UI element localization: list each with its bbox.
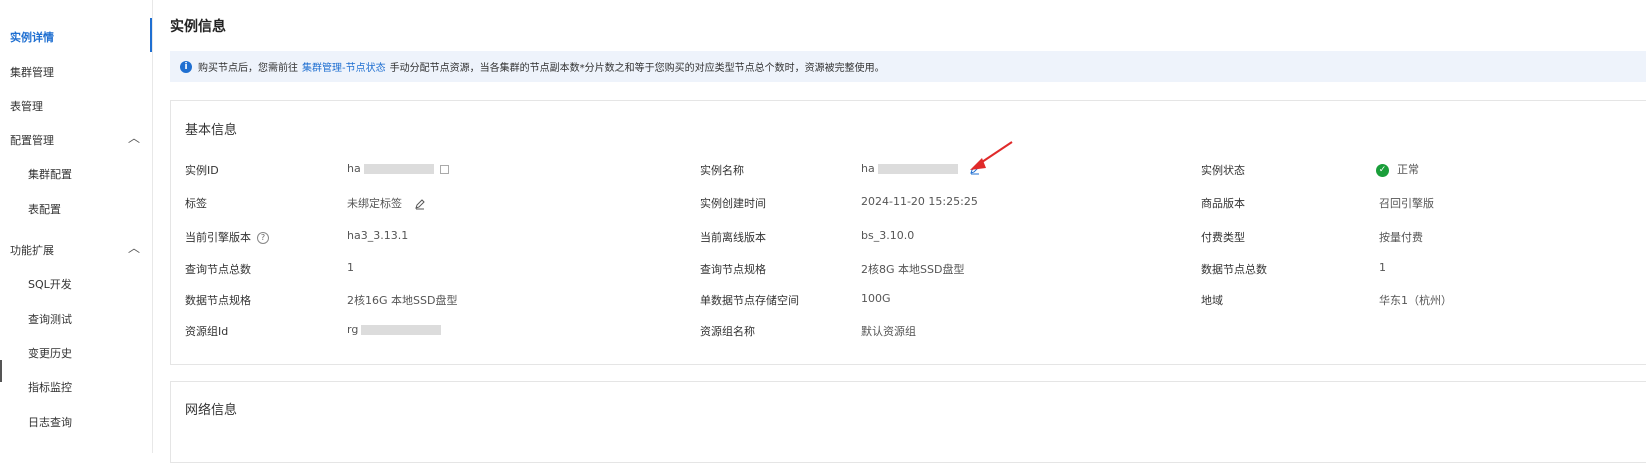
notice-banner: i 购买节点后，您需前往 集群管理-节点状态 手动分配节点资源，当各集群的节点副… <box>170 51 1646 82</box>
instance-id-value: ha <box>347 162 449 175</box>
scroll-indicator <box>0 360 2 382</box>
sidebar-item-instance-detail[interactable]: 实例详情 <box>10 29 54 45</box>
sidebar-item-sql-dev[interactable]: SQL开发 <box>28 276 72 292</box>
tags-value: 未绑定标签 <box>347 195 426 211</box>
created-time-label: 实例创建时间 <box>700 197 766 210</box>
notice-text-after: 手动分配节点资源，当各集群的节点副本数*分片数之和等于您购买的对应类型节点总个数… <box>389 63 885 74</box>
network-info-title: 网络信息 <box>185 403 238 418</box>
network-info-card: 网络信息 <box>170 381 1646 463</box>
resource-group-id-value: rg <box>347 323 442 336</box>
data-node-storage-label: 单数据节点存储空间 <box>700 294 799 307</box>
page-title: 实例信息 <box>170 19 226 35</box>
instance-status-label: 实例状态 <box>1201 164 1245 177</box>
query-nodes-value: 1 <box>347 261 354 274</box>
resource-group-name-value: 默认资源组 <box>861 325 916 338</box>
help-icon[interactable]: ? <box>257 232 269 244</box>
sidebar-item-cluster-management[interactable]: 集群管理 <box>10 64 54 80</box>
sidebar-item-config-management[interactable]: 配置管理 <box>10 132 54 148</box>
query-node-spec-label: 查询节点规格 <box>700 263 766 276</box>
sidebar-item-log-query[interactable]: 日志查询 <box>28 414 72 430</box>
resource-group-name-label: 资源组名称 <box>700 325 755 338</box>
instance-id-label: 实例ID <box>185 164 219 177</box>
sidebar-item-change-history[interactable]: 变更历史 <box>28 345 72 361</box>
product-version-value: 召回引擎版 <box>1379 197 1434 210</box>
annotation-arrow-icon <box>970 141 1013 170</box>
notice-text-before: 购买节点后，您需前往 <box>198 63 298 74</box>
sidebar-item-table-management[interactable]: 表管理 <box>10 98 43 114</box>
data-node-spec-label: 数据节点规格 <box>185 294 251 307</box>
chevron-up-icon[interactable]: ︿ <box>128 129 140 146</box>
redacted-mask <box>361 325 442 335</box>
resource-group-id-label: 资源组Id <box>185 325 229 338</box>
instance-name-label: 实例名称 <box>700 164 744 177</box>
edit-icon[interactable] <box>414 198 426 210</box>
check-icon: ✓ <box>1376 163 1389 177</box>
region-label: 地域 <box>1201 294 1223 307</box>
offline-version-label: 当前离线版本 <box>700 231 766 244</box>
copy-icon[interactable] <box>439 164 449 174</box>
offline-version-value: bs_3.10.0 <box>861 229 915 242</box>
data-nodes-label: 数据节点总数 <box>1201 263 1267 276</box>
sidebar-item-metrics-monitor[interactable]: 指标监控 <box>28 379 72 395</box>
created-time-value: 2024-11-20 15:25:25 <box>861 195 978 208</box>
chevron-up-icon[interactable]: ︿ <box>128 239 140 256</box>
engine-version-label: 当前引擎版本? <box>185 229 269 245</box>
billing-type-label: 付费类型 <box>1201 231 1245 244</box>
query-nodes-label: 查询节点总数 <box>185 263 251 276</box>
region-value: 华东1（杭州） <box>1379 294 1452 307</box>
product-version-label: 商品版本 <box>1201 197 1245 210</box>
node-status-link[interactable]: 集群管理-节点状态 <box>302 59 386 74</box>
sidebar-item-query-test[interactable]: 查询测试 <box>28 311 72 327</box>
query-node-spec-value: 2核8G 本地SSD盘型 <box>861 263 965 276</box>
billing-type-value: 按量付费 <box>1379 231 1423 244</box>
sidebar-item-cluster-config[interactable]: 集群配置 <box>28 166 72 182</box>
sidebar-item-table-config[interactable]: 表配置 <box>28 201 61 217</box>
redacted-mask <box>877 164 958 174</box>
tags-label: 标签 <box>185 197 207 210</box>
data-node-spec-value: 2核16G 本地SSD盘型 <box>347 294 458 307</box>
basic-info-title: 基本信息 <box>185 123 238 138</box>
basic-info-card: 基本信息 实例ID ha 实例名称 ha 实例状态 ✓ 正常 标签 未绑定标签 实… <box>170 100 1646 365</box>
sidebar: 实例详情 集群管理 表管理 配置管理 ︿ 集群配置 表配置 功能扩展 ︿ SQL… <box>0 0 153 453</box>
data-nodes-value: 1 <box>1379 261 1386 274</box>
sidebar-item-feature-extension[interactable]: 功能扩展 <box>10 242 54 258</box>
engine-version-value: ha3_3.13.1 <box>347 229 409 242</box>
instance-status-value: ✓ 正常 <box>1376 161 1419 177</box>
active-indicator <box>150 18 152 52</box>
info-icon: i <box>180 60 192 73</box>
data-node-storage-value: 100G <box>861 292 891 305</box>
redacted-mask <box>363 164 434 174</box>
